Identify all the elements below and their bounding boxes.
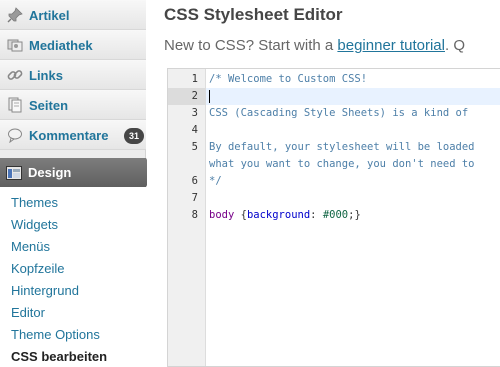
line-number: 8 <box>191 209 198 221</box>
css-editor[interactable]: 1 2 3 4 5 6 7 8 /* Welcome to Custom CSS… <box>167 68 500 367</box>
line-number: 5 <box>191 141 198 153</box>
css-colon: : <box>310 209 323 221</box>
line-number-active: 2 <box>168 88 206 105</box>
menu-label-design: Design <box>28 165 72 180</box>
menu-label-links: Links <box>29 67 63 83</box>
intro-text: New to CSS? Start with a beginner tutori… <box>164 37 465 54</box>
css-brace-close: ;} <box>348 209 361 221</box>
line-number: 6 <box>191 175 198 187</box>
line-number: 1 <box>191 73 198 85</box>
comment-count-badge: 31 <box>123 128 144 144</box>
link-icon <box>6 66 24 84</box>
admin-sidebar: Artikel Mediathek Links Seiten Kommentar… <box>0 0 154 367</box>
pages-icon <box>6 96 24 114</box>
code-line-3: CSS (Cascading Style Sheets) is a kind o… <box>209 107 469 119</box>
submenu-theme-options[interactable]: Theme Options <box>11 327 100 342</box>
css-brace-open: { <box>234 209 247 221</box>
css-selector: body <box>209 209 235 221</box>
appearance-icon <box>6 165 22 180</box>
menu-item-artikel[interactable]: Artikel <box>0 0 146 30</box>
submenu-menus[interactable]: Menüs <box>11 239 50 254</box>
code-line-5-wrap: what you want to change, you don't need … <box>209 158 475 170</box>
menu-item-kommentare[interactable]: Kommentare 31 <box>0 120 146 150</box>
submenu-css-bearbeiten[interactable]: CSS bearbeiten <box>11 349 107 364</box>
menu-item-design[interactable]: Design <box>0 158 154 187</box>
text-cursor <box>209 90 210 103</box>
menu-item-mediathek[interactable]: Mediathek <box>0 30 146 60</box>
submenu-themes[interactable]: Themes <box>11 195 58 210</box>
line-number-gutter: 1 2 3 4 5 6 7 8 <box>168 69 206 366</box>
beginner-tutorial-link[interactable]: beginner tutorial <box>337 37 445 54</box>
pin-icon <box>6 6 24 24</box>
code-line-1: /* Welcome to Custom CSS! <box>209 73 368 85</box>
main-content: CSS Stylesheet Editor New to CSS? Start … <box>147 0 500 367</box>
design-submenu: Themes Widgets Menüs Kopfzeile Hintergru… <box>0 187 146 367</box>
menu-label-seiten: Seiten <box>29 97 69 113</box>
menu-item-seiten[interactable]: Seiten <box>0 90 146 120</box>
submenu-editor[interactable]: Editor <box>11 305 45 320</box>
code-area[interactable]: /* Welcome to Custom CSS! CSS (Cascading… <box>206 69 500 366</box>
menu-item-links[interactable]: Links <box>0 60 146 90</box>
active-line-highlight <box>206 88 500 105</box>
code-line-8: body {background: #000;} <box>206 207 500 224</box>
line-number: 7 <box>191 192 198 204</box>
line-number: 4 <box>191 124 198 136</box>
css-value: #000 <box>322 209 349 221</box>
css-property: background <box>246 209 311 221</box>
submenu-kopfzeile[interactable]: Kopfzeile <box>11 261 64 276</box>
menu-label-kommentare: Kommentare <box>29 127 109 143</box>
submenu-hintergrund[interactable]: Hintergrund <box>11 283 79 298</box>
menu-label-mediathek: Mediathek <box>29 37 93 53</box>
code-line-6: */ <box>209 175 222 187</box>
intro-prefix: New to CSS? Start with a <box>164 37 338 54</box>
submenu-widgets[interactable]: Widgets <box>11 217 58 232</box>
comment-icon <box>6 126 24 144</box>
media-icon <box>6 36 24 54</box>
code-line-5: By default, your stylesheet will be load… <box>209 141 475 153</box>
intro-suffix: . Q <box>444 37 465 54</box>
line-number: 3 <box>191 107 198 119</box>
page-title: CSS Stylesheet Editor <box>164 5 343 24</box>
menu-label-artikel: Artikel <box>29 7 70 23</box>
